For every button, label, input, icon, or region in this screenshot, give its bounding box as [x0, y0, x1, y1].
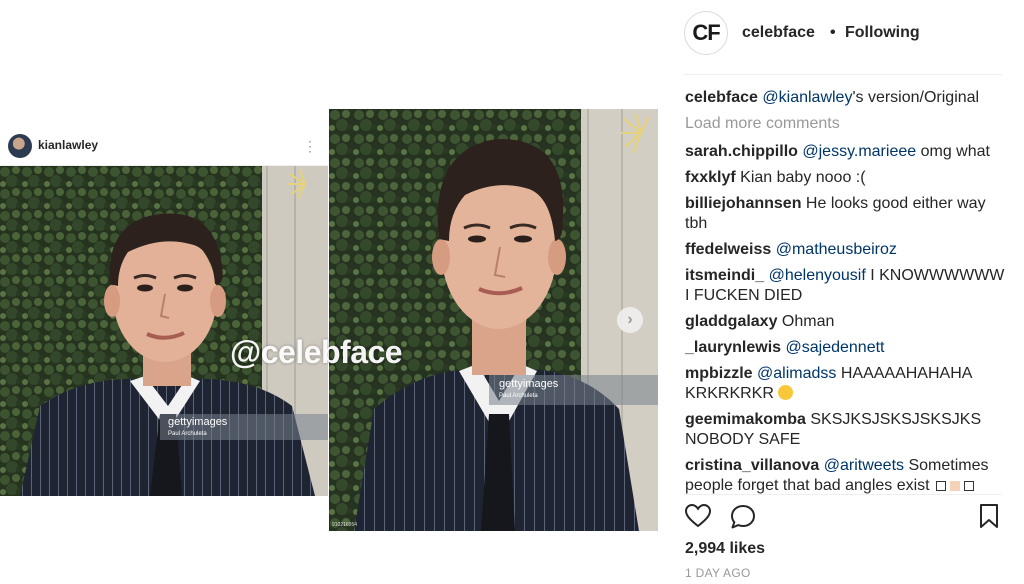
- comment-item: gladdgalaxy Ohman: [685, 312, 1005, 332]
- avatar: [8, 134, 32, 158]
- comment-username[interactable]: _laurynlewis: [685, 339, 781, 356]
- comment-item: ffedelweiss @matheusbeiroz: [685, 240, 1005, 260]
- comment-item: _laurynlewis @sajedennett: [685, 338, 1005, 358]
- comment-mention[interactable]: @alimadss: [757, 365, 836, 382]
- bookmark-icon[interactable]: [977, 502, 1005, 530]
- avatar[interactable]: CF: [684, 11, 728, 55]
- comment-username[interactable]: mpbizzle: [685, 365, 753, 382]
- comment-text: Kian baby nooo :(: [735, 169, 866, 186]
- comment-mention[interactable]: @jessy.marieee: [802, 143, 916, 160]
- missing-glyph-icon: [964, 481, 975, 491]
- comment-username[interactable]: sarah.chippillo: [685, 143, 798, 160]
- embedded-post-header: kianlawley ⋮: [0, 126, 328, 166]
- embedded-post-screenshot: kianlawley ⋮ gettyimages Paul Archuleta: [0, 126, 328, 496]
- divider: [684, 74, 1002, 75]
- comment-username[interactable]: billiejohannsen: [685, 195, 801, 212]
- comments-list[interactable]: celebface @kianlawley's version/Original…: [685, 88, 1005, 494]
- post-media[interactable]: kianlawley ⋮ gettyimages Paul Archuleta …: [0, 0, 672, 584]
- divider: [684, 494, 1002, 495]
- comment-username[interactable]: geemimakomba: [685, 411, 806, 428]
- comment-username[interactable]: cristina_villanova: [685, 457, 819, 474]
- getty-watermark: gettyimages Paul Archuleta: [168, 416, 228, 438]
- comment-text: 's version/Original: [852, 89, 980, 106]
- getty-watermark: gettyimages Paul Archuleta: [499, 378, 559, 400]
- comment-mention[interactable]: @matheusbeiroz: [776, 241, 897, 258]
- header-separator: •: [830, 24, 836, 41]
- comment-item: billiejohannsen He looks good either way…: [685, 194, 1005, 234]
- comment-username[interactable]: gladdgalaxy: [685, 313, 777, 330]
- photo-id-label: 910216954: [332, 522, 358, 528]
- chevron-right-icon[interactable]: ›: [617, 307, 643, 333]
- likes-count[interactable]: 2,994 likes: [685, 540, 765, 558]
- comment-text: Ohman: [777, 313, 835, 330]
- photo-edited: gettyimages Paul Archuleta 910216954: [329, 109, 658, 531]
- comment-username[interactable]: itsmeindi_: [685, 267, 764, 284]
- comment-item: fxxklyf Kian baby nooo :(: [685, 168, 1005, 188]
- skin-tone-icon: [950, 481, 961, 491]
- post-sidebar: CF celebface • Following celebface @kian…: [672, 0, 1024, 584]
- comment-mention[interactable]: @kianlawley: [762, 89, 852, 106]
- celebface-watermark: @celebface: [230, 334, 403, 370]
- photo-original: gettyimages Paul Archuleta: [0, 166, 328, 496]
- comment-mention[interactable]: @aritweets: [824, 457, 904, 474]
- post-header: CF celebface • Following: [684, 10, 1002, 56]
- comment-username[interactable]: celebface: [685, 89, 758, 106]
- laughing-emoji-icon: [778, 385, 794, 400]
- embedded-username: kianlawley: [38, 138, 99, 152]
- comment-item: geemimakomba SKSJKSJSKSJSKSJKS NOBODY SA…: [685, 410, 1005, 450]
- post-caption: celebface @kianlawley's version/Original: [685, 88, 1005, 108]
- load-more-comments-button[interactable]: Load more comments: [685, 114, 1005, 134]
- comment-item: cristina_villanova @aritweets Sometimes …: [685, 456, 1005, 494]
- post-timestamp[interactable]: 1 DAY AGO: [685, 566, 751, 580]
- comment-item: sarah.chippillo @jessy.marieee omg what: [685, 142, 1005, 162]
- comment-username[interactable]: fxxklyf: [685, 169, 736, 186]
- author-username-link[interactable]: celebface: [742, 24, 815, 42]
- heart-icon[interactable]: [684, 502, 712, 530]
- comment-username[interactable]: ffedelweiss: [685, 241, 771, 258]
- comment-text: omg what: [916, 143, 990, 160]
- missing-glyph-icon: [936, 481, 947, 491]
- comment-mention[interactable]: @sajedennett: [786, 339, 885, 356]
- comment-mention[interactable]: @helenyousif: [769, 267, 866, 284]
- comment-item: mpbizzle @alimadss HAAAAAHAHAHA KRKRKRKR: [685, 364, 1005, 404]
- comment-item: itsmeindi_ @helenyousif I KNOWWWWWW I FU…: [685, 266, 1005, 306]
- comment-bubble-icon[interactable]: [729, 503, 757, 531]
- more-vertical-icon: ⋮: [303, 138, 317, 154]
- following-button[interactable]: Following: [845, 24, 920, 42]
